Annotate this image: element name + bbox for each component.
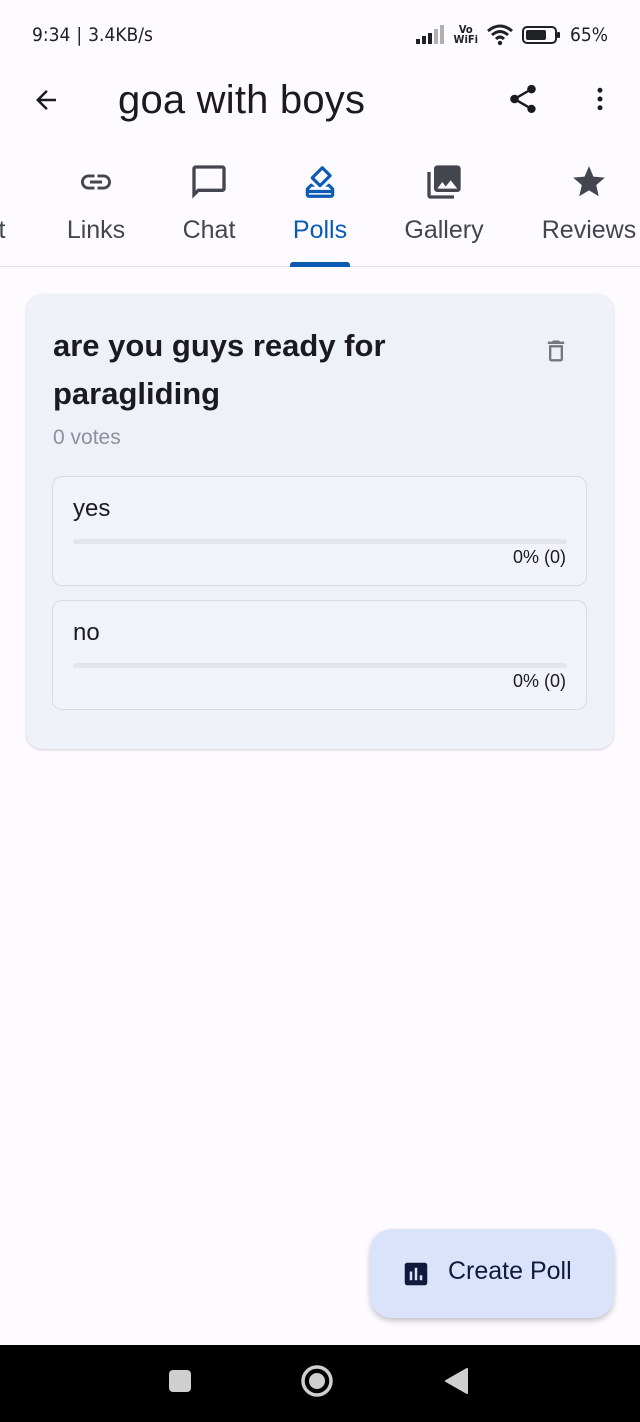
vowifi-label: Vo WiFi	[453, 24, 478, 46]
tab-chat[interactable]: Chat	[164, 150, 254, 267]
tab-reviews[interactable]: Reviews	[536, 150, 640, 267]
status-right: Vo WiFi 65%	[415, 24, 608, 46]
option-label: no	[73, 619, 100, 646]
poll-option-yes[interactable]: yes 0% (0)	[52, 476, 587, 586]
circle-icon	[300, 1364, 334, 1403]
chat-bubble-icon	[189, 154, 229, 210]
arrow-left-icon	[31, 85, 61, 120]
page-title: goa with boys	[118, 78, 366, 122]
tab-label: Chat	[182, 216, 236, 244]
status-bar: 9:34 | 3.4KB/s Vo WiFi 65%	[0, 0, 640, 70]
more-vert-icon	[585, 83, 615, 120]
signal-icon	[415, 25, 446, 45]
active-tab-indicator	[290, 262, 350, 267]
delete-poll-button[interactable]	[541, 336, 571, 370]
option-progress-bar	[73, 539, 567, 544]
back-button[interactable]	[26, 82, 66, 122]
option-progress-bar	[73, 663, 567, 668]
create-poll-button[interactable]: Create Poll	[370, 1229, 614, 1318]
tab-gallery[interactable]: Gallery	[394, 150, 494, 267]
more-options-button[interactable]	[582, 80, 618, 122]
trash-icon	[542, 336, 570, 371]
tab-partial[interactable]: t	[0, 150, 14, 267]
fab-label: Create Poll	[448, 1257, 572, 1285]
tab-links[interactable]: Links	[46, 150, 146, 267]
status-separator: |	[76, 24, 83, 46]
poll-question: are you guys ready for paragliding	[53, 328, 386, 411]
tab-label: Polls	[292, 216, 348, 244]
network-speed: 3.4KB/s	[88, 24, 153, 46]
square-icon	[168, 1369, 192, 1398]
tab-label: Links	[66, 216, 126, 244]
poll-option-no[interactable]: no 0% (0)	[52, 600, 587, 710]
status-time: 9:34	[32, 24, 71, 46]
home-button[interactable]	[297, 1363, 337, 1403]
tab-label: Reviews	[541, 216, 637, 244]
bar-chart-icon	[401, 1259, 431, 1294]
battery-icon	[522, 25, 562, 45]
share-icon	[506, 82, 540, 121]
star-icon	[570, 154, 608, 210]
option-result: 0% (0)	[512, 671, 566, 691]
tab-label: Gallery	[404, 216, 484, 244]
status-left: 9:34 | 3.4KB/s	[32, 24, 153, 46]
ballot-icon	[301, 154, 339, 210]
system-nav-bar	[0, 1345, 640, 1422]
battery-percent: 65%	[570, 24, 608, 46]
tab-bar: t Links Chat Polls Gallery Reviews	[0, 150, 640, 267]
option-label: yes	[73, 495, 111, 522]
tab-polls[interactable]: Polls	[280, 150, 360, 267]
poll-vote-count: 0 votes	[53, 426, 121, 449]
photo-library-icon	[424, 154, 464, 210]
system-back-button[interactable]	[436, 1363, 476, 1403]
recents-button[interactable]	[160, 1363, 200, 1403]
wifi-icon	[486, 24, 514, 46]
share-button[interactable]	[502, 80, 544, 122]
vowifi-bottom: WiFi	[453, 33, 478, 46]
app-bar: goa with boys	[0, 70, 640, 132]
tab-label: t	[0, 216, 6, 244]
option-result: 0% (0)	[512, 547, 566, 567]
triangle-back-icon	[443, 1367, 469, 1400]
poll-card: are you guys ready for paragliding 0 vot…	[26, 294, 614, 749]
link-icon	[78, 154, 114, 210]
